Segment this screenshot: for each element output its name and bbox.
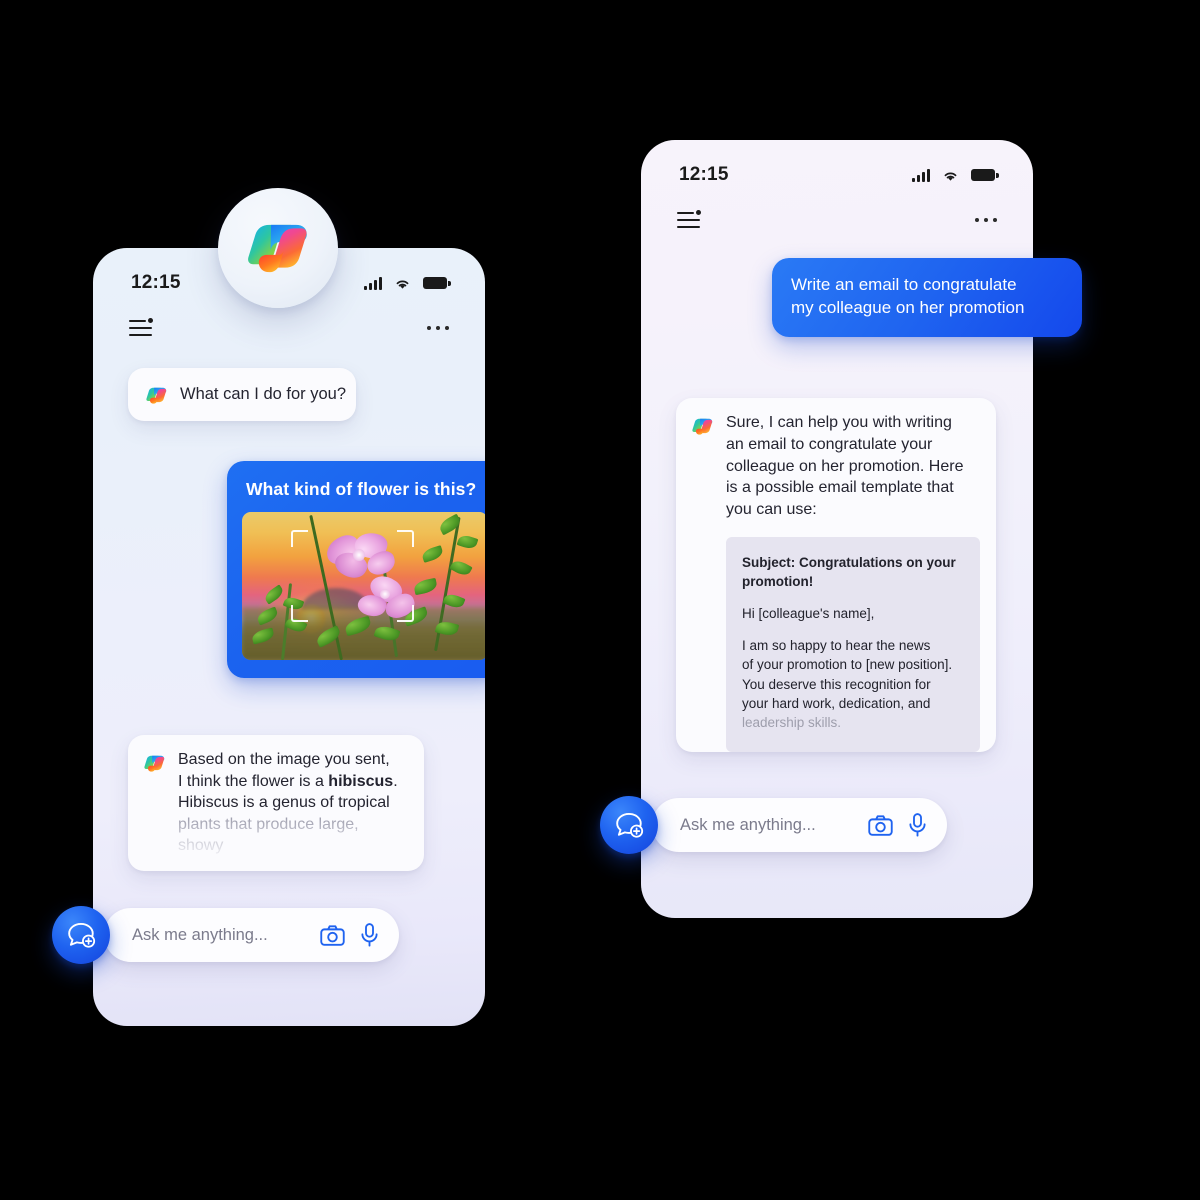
- battery-full-icon: [423, 277, 451, 289]
- assistant-message-flower-answer: Based on the image you sent, I think the…: [128, 735, 424, 871]
- copilot-logo-badge: [218, 188, 338, 308]
- user-message-email-request: Write an email to congratulate my collea…: [772, 258, 1082, 337]
- answer-line-2-suffix: .: [393, 772, 398, 790]
- status-time: 12:15: [131, 272, 181, 293]
- answer-line-4: plants that produce large, showy: [178, 815, 359, 855]
- camera-icon[interactable]: [868, 815, 893, 836]
- reply-line-5: you can use:: [726, 501, 817, 518]
- assistant-answer-text: Based on the image you sent, I think the…: [178, 749, 408, 857]
- answer-line-2-prefix: I think the flower is a: [178, 772, 329, 790]
- wifi-icon: [393, 276, 412, 291]
- signal-bars-icon: [912, 168, 930, 182]
- camera-icon[interactable]: [320, 925, 345, 946]
- message-input-right[interactable]: Ask me anything...: [652, 798, 947, 852]
- reply-line-2: an email to congratulate your: [726, 435, 933, 453]
- assistant-message-email-reply: Sure, I can help you with writing an ema…: [676, 398, 996, 752]
- email-body-line-3: You deserve this recognition for: [742, 676, 931, 692]
- email-body-line-2: of your promotion to [new position].: [742, 657, 953, 673]
- copilot-logo-icon: [144, 383, 169, 408]
- email-subject: Subject: Congratulations on your promoti…: [742, 553, 964, 591]
- status-icons: [912, 168, 999, 183]
- signal-bars-icon: [364, 276, 382, 290]
- menu-lines-icon[interactable]: [677, 209, 701, 229]
- nav-bar: [641, 202, 1033, 238]
- status-time: 12:15: [679, 164, 729, 185]
- assistant-reply-text: Sure, I can help you with writing an ema…: [726, 412, 980, 521]
- composer-right: Ask me anything...: [600, 796, 947, 854]
- new-chat-bubble-plus-icon[interactable]: [52, 906, 110, 964]
- more-horizontal-icon[interactable]: [974, 217, 997, 223]
- assistant-greeting-text: What can I do for you?: [180, 385, 347, 404]
- email-body-line-4: your hard work, dedication, and: [742, 695, 931, 711]
- user-message-flower-question: What kind of flower is this?: [227, 461, 485, 678]
- status-bar: 12:15: [641, 160, 1033, 190]
- focus-brackets-icon: [291, 529, 415, 622]
- email-subject-line-1: Subject: Congratulations on your: [742, 554, 956, 570]
- more-horizontal-icon[interactable]: [426, 325, 449, 331]
- answer-line-1: Based on the image you sent,: [178, 751, 390, 768]
- email-body-line-1: I am so happy to hear the news: [742, 638, 931, 654]
- battery-full-icon: [971, 169, 999, 181]
- composer-left: Ask me anything...: [52, 906, 399, 964]
- email-subject-line-2: promotion!: [742, 573, 814, 589]
- reply-line-1: Sure, I can help you with writing: [726, 414, 952, 431]
- input-placeholder: Ask me anything...: [680, 815, 816, 834]
- email-greeting: Hi [colleague's name],: [742, 606, 875, 622]
- menu-lines-icon[interactable]: [129, 317, 153, 337]
- assistant-message-greeting: What can I do for you?: [128, 368, 356, 421]
- reply-line-3: colleague on her promotion. Here: [726, 457, 964, 475]
- email-template-card: Subject: Congratulations on your promoti…: [726, 536, 980, 752]
- copilot-logo-icon: [690, 414, 715, 439]
- microphone-icon[interactable]: [360, 923, 379, 947]
- user-request-line-1: Write an email to congratulate: [791, 275, 1017, 294]
- user-question-text: What kind of flower is this?: [246, 479, 477, 499]
- new-chat-bubble-plus-icon[interactable]: [600, 796, 658, 854]
- user-request-line-2: my colleague on her promotion: [791, 298, 1025, 318]
- status-icons: [364, 276, 451, 291]
- input-placeholder: Ask me anything...: [132, 925, 268, 944]
- answer-bold-term: hibiscus: [328, 772, 394, 790]
- microphone-icon[interactable]: [908, 813, 927, 837]
- message-input-left[interactable]: Ask me anything...: [104, 908, 399, 962]
- answer-line-2: I think the flower is a hibiscus.: [178, 771, 408, 793]
- mockup-canvas: 12:15 What can I do for you? What kind o…: [0, 0, 1200, 1200]
- copilot-logo-icon: [241, 211, 315, 285]
- copilot-logo-icon: [142, 751, 167, 776]
- answer-line-3: Hibiscus is a genus of tropical: [178, 794, 390, 812]
- attached-photo[interactable]: [242, 512, 485, 660]
- wifi-icon: [941, 168, 960, 183]
- nav-bar: [93, 310, 485, 346]
- email-body: I am so happy to hear the news of your p…: [742, 636, 964, 732]
- email-body-line-5-faded: leadership skills.: [742, 714, 842, 730]
- reply-line-4: is a possible email template that: [726, 479, 954, 497]
